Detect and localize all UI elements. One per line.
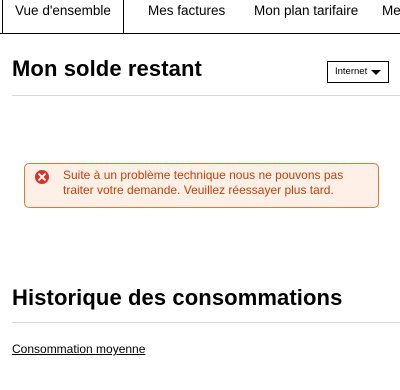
service-select-value: Internet <box>335 66 368 77</box>
divider <box>12 322 400 323</box>
tab-mon-plan-tarifaire[interactable]: Mon plan tarifaire <box>254 0 358 33</box>
error-circle-icon <box>35 170 49 184</box>
page: Vue d'ensemble Mes factures Mon plan tar… <box>0 0 400 390</box>
error-message: Suite à un problème technique nous ne po… <box>63 168 344 197</box>
service-select[interactable]: Internet <box>327 61 389 83</box>
tab-mes-factures[interactable]: Mes factures <box>148 0 225 33</box>
tab-vue-d-ensemble[interactable]: Vue d'ensemble <box>2 0 124 33</box>
divider <box>12 95 400 96</box>
tab-truncated[interactable]: Me <box>382 0 400 33</box>
average-consumption-link[interactable]: Consommation moyenne <box>12 342 145 356</box>
history-title: Historique des consommations <box>12 285 343 310</box>
tab-bar: Vue d'ensemble Mes factures Mon plan tar… <box>0 0 400 34</box>
error-alert: Suite à un problème technique nous ne po… <box>24 163 379 208</box>
balance-title: Mon solde restant <box>12 56 202 81</box>
chevron-down-icon <box>371 70 381 75</box>
